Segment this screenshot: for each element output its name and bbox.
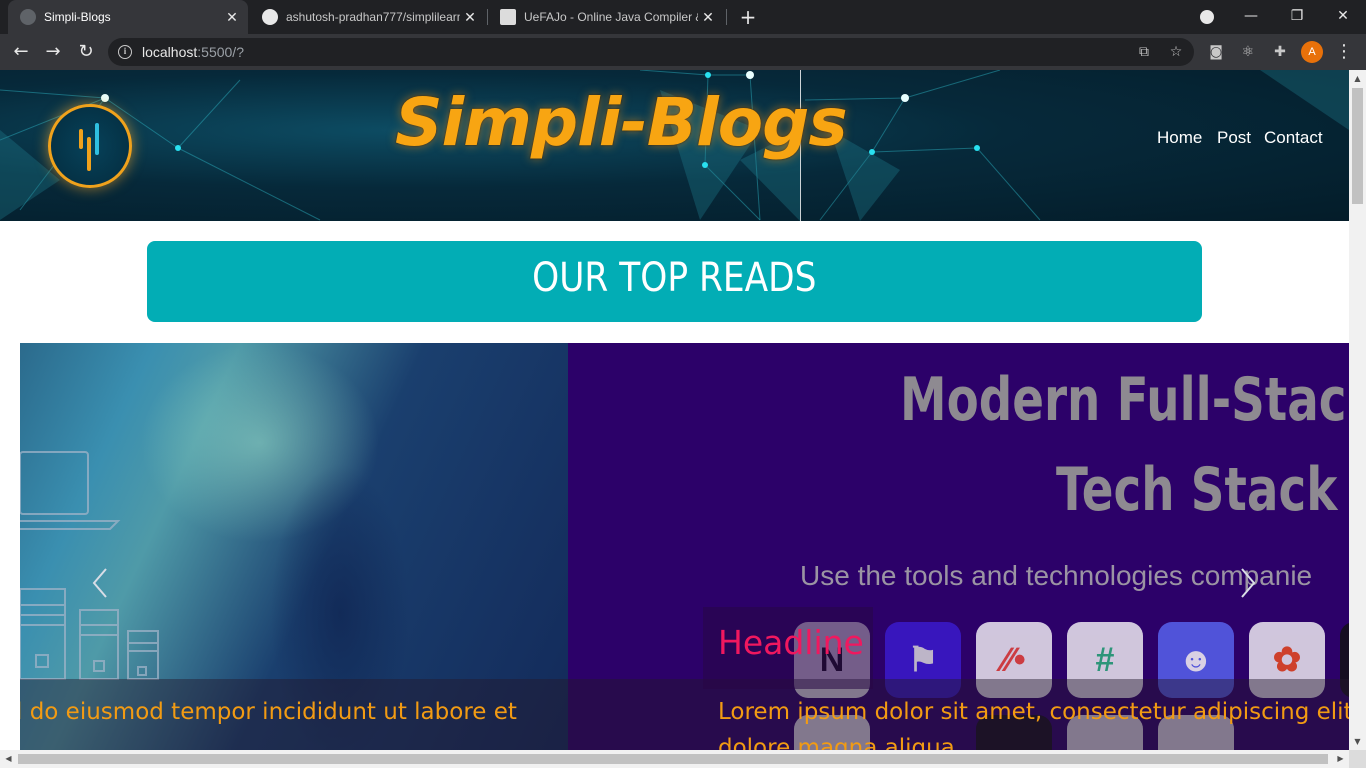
new-tab-button[interactable]: + — [736, 5, 760, 29]
close-icon[interactable]: ✕ — [460, 9, 480, 26]
back-arrow-icon[interactable]: ← — [7, 38, 35, 66]
vertical-scrollbar[interactable]: ▲ ▼ — [1349, 70, 1366, 750]
logo-bar — [79, 129, 83, 149]
horizontal-scroll-thumb[interactable] — [18, 754, 1328, 764]
forward-arrow-icon[interactable]: → — [39, 38, 67, 66]
github-icon — [262, 9, 278, 25]
slide2-caption-line2: dolore magna aliqua. — [718, 735, 963, 750]
tab-simpli-blogs[interactable]: Simpli-Blogs ✕ — [8, 0, 248, 34]
globe-icon — [20, 9, 36, 25]
carousel-prev-icon[interactable] — [86, 563, 116, 603]
camera-icon[interactable]: ◙ — [1207, 43, 1225, 61]
logo-bar — [95, 123, 99, 155]
tab-search-icon[interactable] — [1184, 0, 1230, 34]
top-reads-carousel[interactable]: Modern Full-Stack Tech Stack 2 Use the t… — [20, 343, 1349, 750]
slide2-caption: Lorem ipsum dolor sit amet, consectetur … — [718, 699, 1349, 725]
browser-tab-bar: Simpli-Blogs ✕ ashutosh-pradhan777/simpl… — [0, 0, 1366, 34]
logo-bar — [87, 137, 91, 171]
nav-link-post[interactable]: Post — [1217, 128, 1251, 148]
vertical-scroll-thumb[interactable] — [1352, 88, 1363, 204]
site-logo[interactable] — [48, 104, 132, 188]
slide-headline: Headline — [718, 623, 864, 662]
ide-icon — [500, 9, 516, 25]
url-text[interactable]: localhost:5500/? — [142, 44, 244, 60]
tab-title: ashutosh-pradhan777/simplilearn — [286, 10, 460, 24]
tab-title: UeFAJo - Online Java Compiler & — [524, 10, 698, 24]
info-icon[interactable]: i — [118, 45, 132, 59]
scroll-left-icon[interactable]: ◀ — [0, 750, 17, 768]
slide1-caption: l do eiusmod tempor incididunt ut labore… — [20, 699, 517, 725]
tab-github[interactable]: ashutosh-pradhan777/simplilearn ✕ — [250, 0, 486, 34]
address-bar[interactable]: i localhost:5500/? ⧉ ☆ — [108, 38, 1194, 66]
slide-heading-line1: Modern Full-Stack — [900, 365, 1349, 435]
site-title: Simpli-Blogs — [395, 84, 848, 161]
url-path: :5500/? — [197, 44, 244, 60]
browser-menu-icon[interactable]: ⋮ — [1334, 40, 1354, 64]
page-viewport: Simpli-Blogs Home Post Contact OUR TOP R… — [0, 70, 1349, 750]
browser-toolbar: ← → ↻ i localhost:5500/? ⧉ ☆ ◙ ⚛ ✚ A ⋮ — [0, 34, 1366, 70]
scroll-right-icon[interactable]: ▶ — [1332, 750, 1349, 768]
horizontal-scrollbar[interactable]: ◀ ▶ — [0, 750, 1349, 768]
close-icon[interactable]: ✕ — [222, 9, 242, 26]
close-icon[interactable]: ✕ — [698, 9, 718, 26]
scroll-down-icon[interactable]: ▼ — [1349, 733, 1366, 750]
minimize-button[interactable]: — — [1228, 0, 1274, 34]
slide-heading-line2: Tech Stack 2 — [1056, 455, 1349, 525]
react-devtools-icon[interactable]: ⚛ — [1239, 43, 1257, 61]
site-header: Simpli-Blogs Home Post Contact — [0, 70, 1349, 221]
reload-icon[interactable]: ↻ — [72, 38, 100, 66]
extensions-puzzle-icon[interactable]: ✚ — [1271, 43, 1289, 61]
url-host: localhost — [142, 44, 198, 60]
scrollbar-corner — [1349, 750, 1366, 768]
restore-button[interactable]: ❐ — [1274, 0, 1320, 34]
translate-icon[interactable]: ⧉ — [1136, 44, 1152, 60]
window-close-button[interactable]: ✕ — [1320, 0, 1366, 34]
nav-link-home[interactable]: Home — [1157, 128, 1202, 148]
top-reads-heading: OUR TOP READS — [532, 255, 817, 301]
bookmark-star-icon[interactable]: ☆ — [1168, 44, 1184, 60]
tab-java-compiler[interactable]: UeFAJo - Online Java Compiler & ✕ — [488, 0, 724, 34]
scroll-up-icon[interactable]: ▲ — [1349, 70, 1366, 87]
profile-avatar[interactable]: A — [1301, 41, 1323, 63]
tab-title: Simpli-Blogs — [44, 10, 111, 24]
tab-separator — [726, 9, 727, 25]
nav-link-contact[interactable]: Contact — [1264, 128, 1323, 148]
top-reads-banner: OUR TOP READS — [147, 241, 1202, 322]
carousel-next-icon[interactable] — [1232, 563, 1262, 603]
